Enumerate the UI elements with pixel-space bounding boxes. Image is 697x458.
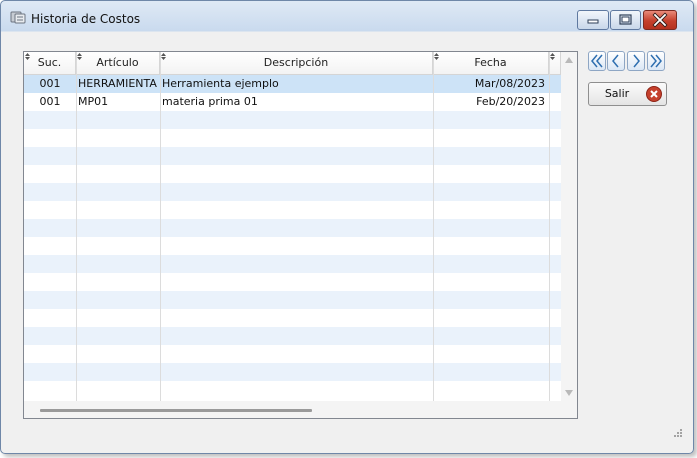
empty-row (24, 291, 561, 309)
column-header-label: Artículo (96, 56, 139, 69)
grid-rows: 001 HERRAMIENTA 1 Herramienta ejemplo Ma… (24, 75, 561, 399)
empty-row (24, 147, 561, 165)
cell-descripcion: materia prima 01 (162, 95, 258, 108)
column-header-label: Suc. (37, 56, 62, 69)
window-title: Historia de Costos (31, 12, 141, 26)
history-window: Historia de Costos Suc. Artículo Descrip… (0, 0, 694, 454)
column-divider (160, 52, 161, 401)
sort-icon (77, 53, 82, 60)
scroll-down-icon[interactable] (565, 390, 573, 396)
close-circle-icon (646, 86, 662, 102)
sort-icon (25, 53, 30, 60)
title-bar[interactable]: Historia de Costos (1, 1, 693, 31)
resize-grip-icon[interactable] (673, 428, 683, 438)
cell-suc: 001 (39, 77, 61, 90)
empty-row (24, 255, 561, 273)
minimize-button[interactable] (577, 10, 609, 30)
empty-row (24, 309, 561, 327)
next-record-icon (633, 54, 640, 68)
sort-icon (161, 53, 166, 60)
close-icon (652, 12, 668, 28)
cell-fecha: Mar/08/2023 (474, 77, 545, 90)
cell-articulo: HERRAMIENTA 1 (78, 77, 160, 90)
empty-row (24, 201, 561, 219)
previous-record-icon (612, 54, 619, 68)
scroll-up-icon[interactable] (565, 57, 573, 63)
column-divider (433, 52, 434, 401)
first-record-button[interactable] (588, 51, 606, 71)
maximize-button[interactable] (610, 10, 641, 30)
column-divider (76, 52, 77, 401)
column-header-suc[interactable]: Suc. (24, 52, 76, 74)
maximize-icon (619, 14, 632, 25)
grid-header: Suc. Artículo Descripción Fecha (24, 52, 561, 75)
cell-fecha: Feb/20/2023 (476, 95, 545, 108)
first-record-icon (591, 54, 603, 68)
empty-row (24, 327, 561, 345)
minimize-icon (587, 19, 599, 24)
salir-button[interactable]: Salir (588, 82, 667, 106)
empty-row (24, 111, 561, 129)
horizontal-scrollbar[interactable] (24, 401, 577, 418)
sort-icon (550, 53, 555, 60)
column-divider (549, 52, 550, 401)
next-record-button[interactable] (627, 51, 645, 71)
empty-row (24, 129, 561, 147)
column-header-fecha[interactable]: Fecha (433, 52, 549, 74)
column-header-articulo[interactable]: Artículo (76, 52, 160, 74)
empty-row (24, 381, 561, 399)
horizontal-scroll-thumb[interactable] (40, 409, 312, 412)
empty-row (24, 363, 561, 381)
close-window-button[interactable] (643, 10, 677, 30)
empty-row (24, 237, 561, 255)
previous-record-button[interactable] (607, 51, 625, 71)
table-row[interactable]: 001 HERRAMIENTA 1 Herramienta ejemplo Ma… (24, 75, 561, 93)
window-client-area: Suc. Artículo Descripción Fecha 001 HERR… (9, 32, 685, 442)
column-header-extra (549, 52, 561, 74)
column-header-label: Fecha (474, 56, 507, 69)
cell-articulo: MP01 (78, 95, 109, 108)
table-row[interactable]: 001 MP01 materia prima 01 Feb/20/2023 (24, 93, 561, 111)
cell-suc: 001 (39, 95, 61, 108)
last-record-button[interactable] (647, 51, 665, 71)
empty-row (24, 273, 561, 291)
empty-row (24, 183, 561, 201)
salir-button-label: Salir (604, 87, 630, 100)
sort-icon (434, 53, 439, 60)
empty-row (24, 345, 561, 363)
last-record-icon (650, 54, 662, 68)
cell-descripcion: Herramienta ejemplo (162, 77, 279, 90)
vertical-scrollbar[interactable] (561, 52, 577, 401)
costs-history-icon (10, 11, 26, 24)
cost-history-grid[interactable]: Suc. Artículo Descripción Fecha 001 HERR… (23, 51, 578, 419)
empty-row (24, 165, 561, 183)
empty-row (24, 219, 561, 237)
column-header-descripcion[interactable]: Descripción (160, 52, 433, 74)
column-header-label: Descripción (263, 56, 329, 69)
